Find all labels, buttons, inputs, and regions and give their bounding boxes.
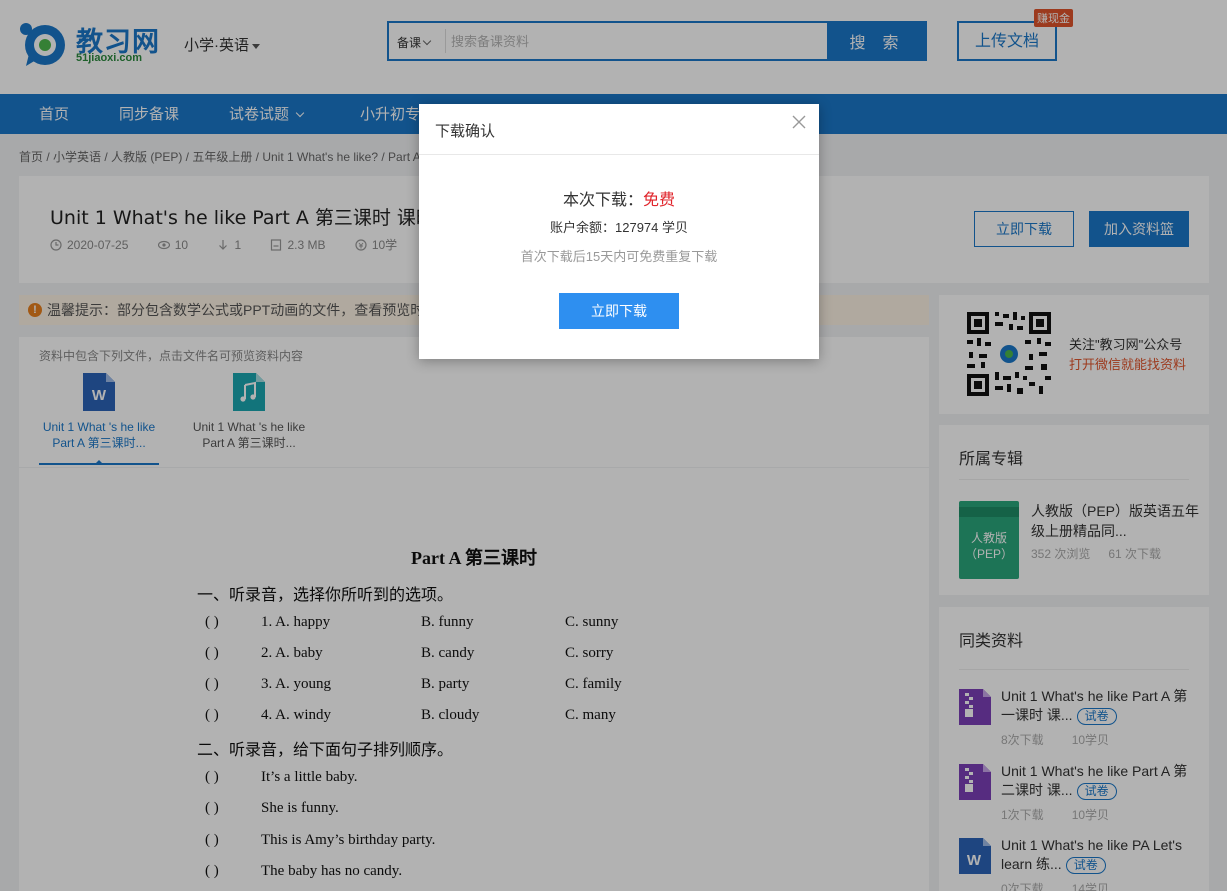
redownload-note: 首次下载后15天内可免费重复下载	[520, 249, 718, 264]
confirm-download-button[interactable]: 立即下载	[559, 293, 679, 329]
download-cost-label: 本次下载：	[562, 192, 643, 209]
account-balance-text: 账户余额：127974 学贝	[550, 220, 688, 235]
dialog-title: 下载确认	[435, 123, 496, 140]
dialog-divider	[419, 154, 819, 155]
close-icon[interactable]	[791, 114, 807, 130]
download-cost-value: 免费	[643, 192, 676, 209]
download-cost-text: 本次下载：免费	[419, 186, 819, 210]
download-confirm-dialog: 下载确认 本次下载：免费 账户余额：127974 学贝 首次下载后15天内可免费…	[419, 104, 819, 359]
